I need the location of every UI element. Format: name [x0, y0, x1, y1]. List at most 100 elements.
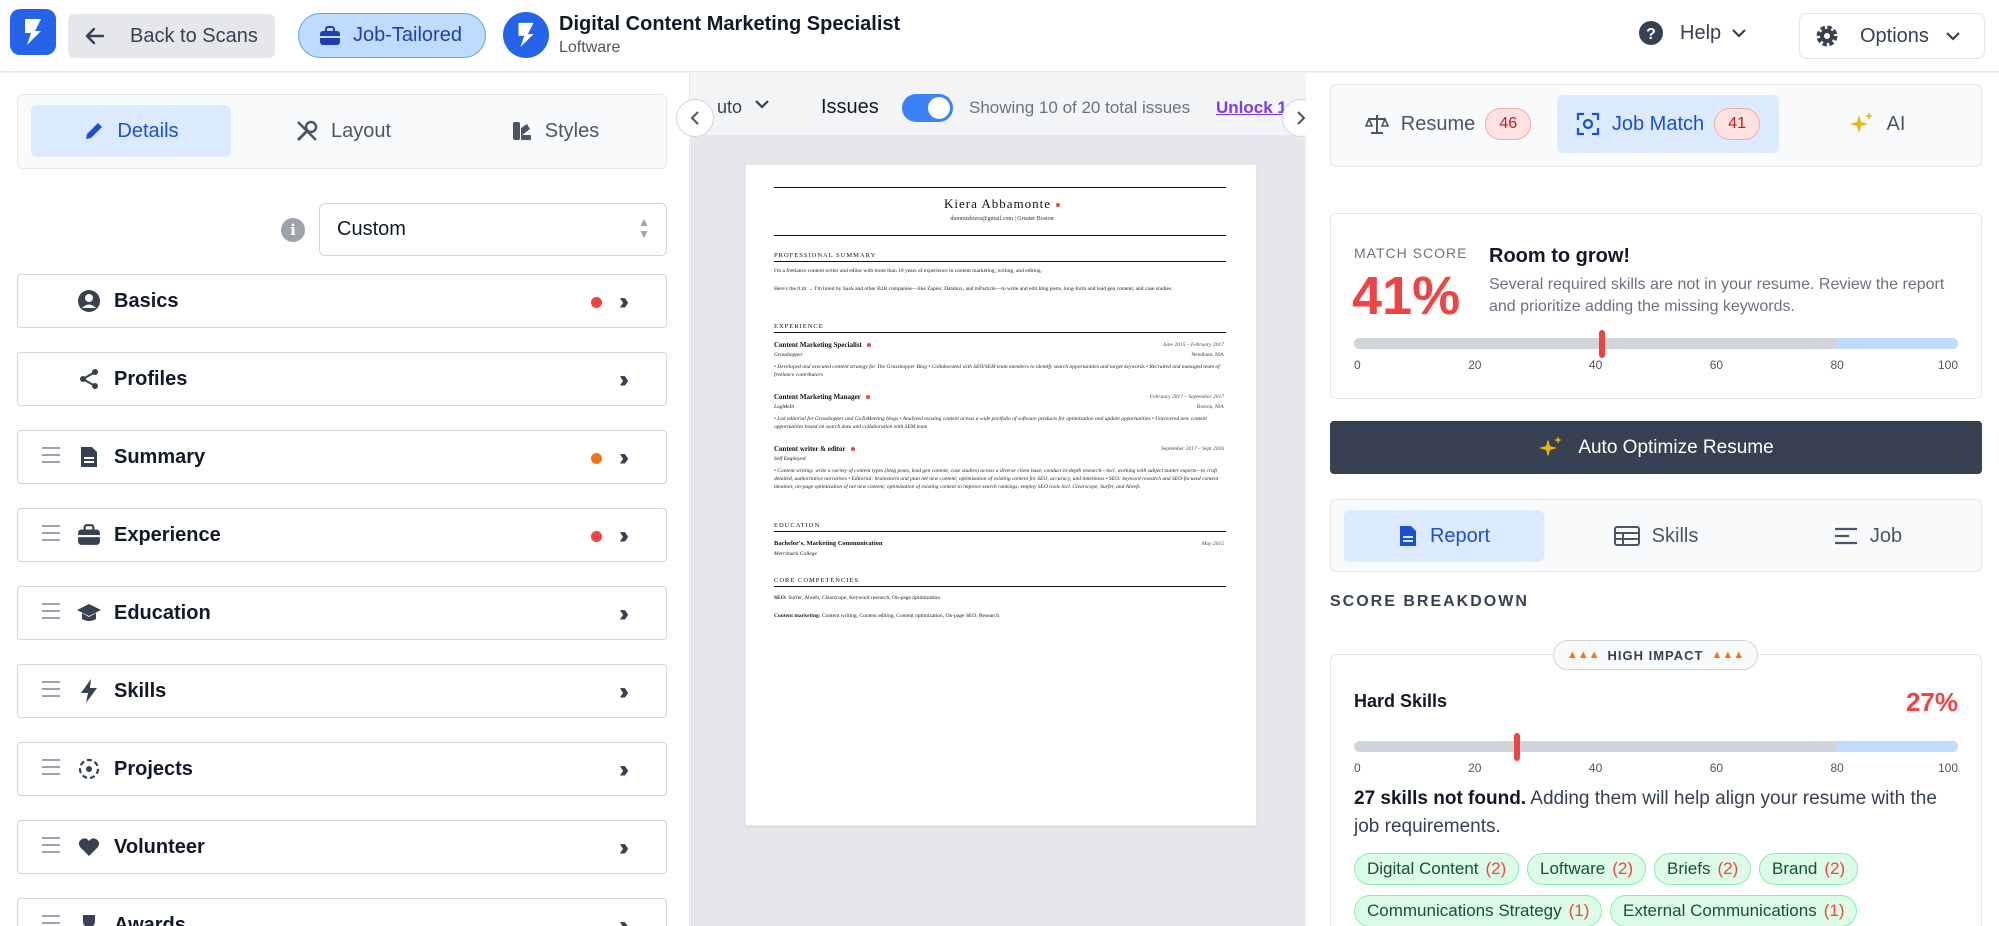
section-label: Awards	[114, 914, 186, 926]
tab-ai[interactable]: AI	[1783, 95, 1971, 153]
zoom-select[interactable]: uto	[717, 97, 742, 118]
section-label: Basics	[114, 290, 179, 312]
resume-role: Content Marketing Specialist	[774, 341, 871, 349]
chevrons-right-icon[interactable]: ››	[619, 834, 629, 862]
resume-text: Here's the tl;dr → I'm hired by SaaS and…	[774, 286, 1173, 292]
chevrons-right-icon[interactable]: ››	[619, 912, 629, 926]
help-menu[interactable]: ? Help	[1638, 20, 1747, 46]
options-button[interactable]: Options	[1799, 13, 1985, 59]
analysis-tabs: Resume 46 Job Match 41 AI	[1330, 84, 1982, 167]
drag-handle-icon[interactable]	[42, 447, 60, 467]
chevrons-right-icon[interactable]: ››	[619, 366, 629, 394]
back-to-scans-button[interactable]: Back to Scans	[68, 14, 275, 58]
back-label: Back to Scans	[130, 24, 258, 47]
document-icon	[76, 444, 102, 470]
tick-label: 80	[1830, 358, 1844, 372]
sparkles-icon	[1849, 112, 1873, 133]
missing-skill-chip[interactable]: Brand (2)	[1759, 853, 1859, 885]
skill-label: Briefs	[1667, 859, 1711, 878]
tick-label: 40	[1588, 358, 1603, 372]
tab-styles[interactable]: Styles	[455, 105, 655, 157]
tab-skills[interactable]: Skills	[1556, 510, 1756, 562]
auto-optimize-button[interactable]: Auto Optimize Resume	[1330, 421, 1982, 474]
tab-report[interactable]: Report	[1344, 510, 1544, 562]
chevrons-right-icon[interactable]: ››	[619, 756, 629, 784]
resume-text: I'm a freelance content writer and edito…	[774, 268, 1042, 274]
tab-job[interactable]: Job	[1768, 510, 1968, 562]
divider	[774, 235, 1226, 236]
resume-text: Content marketing: Content writing, Cont…	[774, 613, 1000, 619]
issues-toggle[interactable]	[902, 94, 953, 122]
resume-role: Content Marketing Manager	[774, 393, 870, 401]
info-icon[interactable]: i	[281, 218, 305, 242]
missing-skill-chip[interactable]: Communications Strategy (1)	[1354, 895, 1603, 926]
drag-handle-icon[interactable]	[42, 759, 60, 779]
document-icon	[1399, 526, 1416, 546]
section-profiles[interactable]: Profiles ››	[17, 352, 667, 406]
top-header: Back to Scans Job-Tailored Digital Conte…	[0, 0, 1999, 72]
editor-tabs: Details Layout Styles	[17, 94, 667, 169]
drag-handle-icon[interactable]	[42, 525, 60, 545]
job-company: Loftware	[559, 39, 621, 56]
missing-skill-chip[interactable]: Digital Content (2)	[1354, 853, 1520, 885]
chevrons-right-icon[interactable]: ››	[619, 522, 629, 550]
chevron-down-icon[interactable]	[754, 91, 770, 117]
skill-count: (2)	[1612, 859, 1633, 878]
section-skills[interactable]: Skills ››	[17, 664, 667, 718]
resume-heading: EDUCATION	[774, 522, 821, 529]
tab-resume[interactable]: Resume 46	[1343, 95, 1553, 153]
fire-icon: ▲▲▲	[1711, 649, 1745, 661]
app-logo[interactable]	[10, 9, 56, 55]
section-experience[interactable]: Experience ››	[17, 508, 667, 562]
gear-icon	[1816, 25, 1838, 47]
section-basics[interactable]: Basics ››	[17, 274, 667, 328]
tab-layout[interactable]: Layout	[243, 105, 443, 157]
skill-count: (1)	[1823, 901, 1845, 920]
missing-skill-chip[interactable]: Loftware (2)	[1527, 853, 1646, 885]
chevrons-right-icon[interactable]: ››	[619, 288, 629, 316]
analysis-panel: Resume 46 Job Match 41 AI MATCH SCORE 41…	[1306, 73, 1999, 926]
briefcase-icon	[320, 25, 340, 45]
section-projects[interactable]: Projects ››	[17, 742, 667, 796]
lightning-icon	[76, 678, 102, 704]
match-score-description: Several required skills are not in your …	[1489, 276, 1945, 315]
skill-count: (1)	[1568, 901, 1590, 920]
section-volunteer[interactable]: Volunteer ››	[17, 820, 667, 874]
chevrons-right-icon[interactable]: ››	[619, 600, 629, 628]
report-tabs: Report Skills Job	[1330, 499, 1982, 572]
briefcase-icon	[76, 522, 102, 548]
section-summary[interactable]: Summary ››	[17, 430, 667, 484]
job-tailored-button[interactable]: Job-Tailored	[298, 13, 486, 58]
section-label: Profiles	[114, 368, 188, 390]
drag-handle-icon[interactable]	[42, 915, 60, 926]
unlock-link[interactable]: Unlock 1	[1216, 98, 1287, 118]
missing-skill-chip[interactable]: External Communications (1)	[1610, 895, 1858, 926]
section-education[interactable]: Education ››	[17, 586, 667, 640]
section-label: Volunteer	[114, 836, 205, 858]
resume-text: • Led editorial for Grasshopper and GoTo…	[774, 416, 1207, 430]
job-tailored-label: Job-Tailored	[353, 24, 462, 46]
divider	[774, 332, 1226, 333]
tick-label: 60	[1709, 358, 1724, 372]
toggle-knob	[928, 97, 950, 119]
skill-label: Loftware	[1540, 859, 1606, 878]
collapse-left-button[interactable]	[676, 99, 714, 137]
chevrons-right-icon[interactable]: ››	[619, 678, 629, 706]
heart-icon	[76, 834, 102, 860]
scale-icon	[1364, 115, 1389, 134]
divider	[774, 187, 1226, 188]
resume-name: Kiera Abbamonte	[746, 196, 1258, 212]
missing-skill-chip[interactable]: Briefs (2)	[1654, 853, 1752, 885]
template-select[interactable]: Custom ▲ ▼	[319, 203, 667, 256]
question-circle-icon: ?	[1639, 21, 1663, 45]
drag-handle-icon[interactable]	[42, 603, 60, 623]
target-scan-icon	[1576, 112, 1599, 136]
section-awards[interactable]: Awards ››	[17, 898, 667, 926]
chevrons-right-icon[interactable]: ››	[619, 444, 629, 472]
chevron-left-icon	[690, 111, 699, 125]
drag-handle-icon[interactable]	[42, 681, 60, 701]
arrow-left-icon	[85, 27, 105, 45]
tab-details[interactable]: Details	[31, 105, 231, 157]
tab-job-match[interactable]: Job Match 41	[1557, 95, 1779, 153]
drag-handle-icon[interactable]	[42, 837, 60, 857]
